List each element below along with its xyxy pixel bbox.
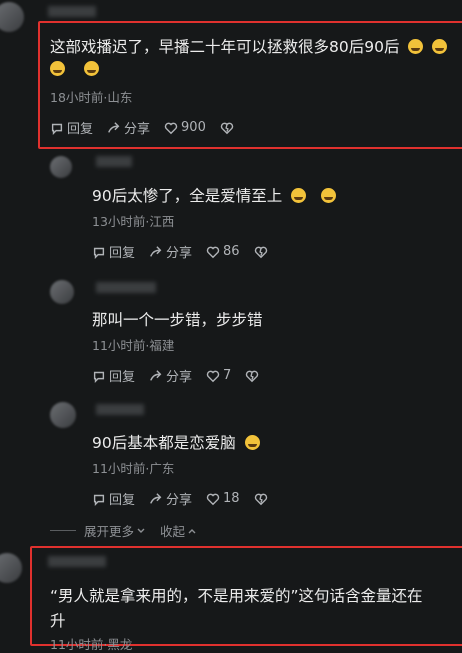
chevron-down-icon — [137, 528, 145, 533]
reply-button[interactable]: 回复 — [92, 489, 135, 508]
chevron-up-icon — [188, 528, 196, 533]
heart-icon — [206, 246, 220, 258]
like-count: 86 — [223, 244, 240, 259]
username-blurred — [96, 282, 156, 293]
reply-label: 回复 — [109, 370, 136, 385]
reply-label: 回复 — [109, 493, 136, 508]
avatar[interactable] — [50, 280, 74, 304]
like-count: 900 — [181, 120, 206, 135]
heart-icon — [206, 493, 220, 505]
broken-heart-icon — [220, 122, 234, 134]
like-button[interactable]: 900 — [164, 120, 206, 135]
comment-text-line: 90后太惨了，全是爱情至上 — [92, 187, 283, 205]
comment-text-line: 90后基本都是恋爱脑 — [92, 434, 236, 452]
like-count: 7 — [223, 368, 232, 383]
comment-text: “男人就是拿来用的，不是用来爱的”这句话含金量还在 — [50, 587, 423, 605]
crying-emoji-icon — [291, 188, 307, 203]
divider — [50, 530, 76, 531]
expand-more-label: 展开更多 — [84, 524, 135, 539]
share-icon — [150, 245, 162, 257]
like-button[interactable]: 18 — [206, 491, 240, 506]
share-label: 分享 — [166, 370, 193, 385]
crying-emoji-icon — [50, 61, 65, 76]
comment-text: 升 — [50, 612, 66, 630]
comment-meta: 13小时前·江西 — [92, 214, 175, 229]
share-button[interactable]: 分享 — [149, 489, 192, 508]
reply-label: 回复 — [67, 122, 94, 137]
grinning-sweat-emoji-icon — [408, 39, 424, 54]
username-blurred — [96, 404, 144, 415]
comment-actions: 回复 分享 7 — [92, 366, 276, 385]
broken-heart-icon — [254, 493, 267, 505]
comment-text-line: 这部戏播迟了，早播二十年可以拯救很多80后90后 — [50, 38, 400, 56]
reply-icon — [93, 247, 105, 259]
collapse-button[interactable]: 收起 — [160, 521, 197, 540]
share-button[interactable]: 分享 — [107, 118, 150, 137]
grinning-sweat-emoji-icon — [432, 39, 448, 54]
comment-text: 那叫一个一步错，步步错 — [92, 311, 263, 329]
comment-text: 这部戏播迟了，早播二十年可以拯救很多80后90后 — [50, 35, 448, 57]
collapse-label: 收起 — [160, 524, 186, 539]
comment-text: 90后基本都是恋爱脑 — [92, 431, 260, 453]
avatar[interactable] — [50, 402, 76, 428]
share-icon — [108, 121, 120, 133]
comment-actions: 回复 分享 86 — [92, 242, 285, 261]
reply-icon — [93, 371, 105, 383]
share-button[interactable]: 分享 — [149, 242, 192, 261]
share-button[interactable]: 分享 — [149, 366, 192, 385]
reply-button[interactable]: 回复 — [92, 242, 135, 261]
share-icon — [150, 492, 162, 504]
crying-emoji-icon — [83, 61, 99, 76]
comment-meta: 11小时前·广东 — [92, 461, 175, 476]
comment-meta: 11小时前·黑龙 — [50, 637, 133, 652]
share-label: 分享 — [166, 493, 193, 508]
comment-meta: 18小时前·山东 — [50, 90, 133, 105]
expand-more-button[interactable]: 展开更多 — [84, 521, 146, 540]
dislike-button[interactable] — [245, 369, 262, 383]
reply-button[interactable]: 回复 — [50, 118, 93, 137]
crying-emoji-icon — [321, 188, 337, 203]
reply-icon — [93, 494, 105, 506]
avatar[interactable] — [0, 553, 22, 583]
heart-icon — [206, 370, 220, 382]
reply-button[interactable]: 回复 — [92, 366, 135, 385]
comment-actions: 回复 分享 18 — [92, 489, 285, 508]
avatar[interactable] — [0, 2, 24, 32]
broken-heart-icon — [246, 370, 259, 382]
comment-text: 90后太惨了，全是爱情至上 — [92, 184, 337, 206]
share-label: 分享 — [166, 246, 193, 261]
broken-heart-icon — [254, 246, 267, 258]
avatar[interactable] — [50, 156, 72, 178]
username-blurred — [96, 156, 132, 167]
comment-meta: 11小时前·福建 — [92, 338, 175, 353]
dislike-button[interactable] — [254, 492, 271, 506]
reply-controls: 展开更多 收起 — [50, 521, 197, 540]
share-label: 分享 — [124, 122, 151, 137]
share-icon — [150, 369, 162, 381]
username-blurred — [48, 6, 96, 17]
like-count: 18 — [223, 491, 240, 506]
like-button[interactable]: 86 — [206, 244, 240, 259]
dislike-button[interactable] — [254, 245, 271, 259]
dislike-button[interactable] — [220, 121, 237, 135]
comment-emoji-line — [50, 60, 99, 78]
like-button[interactable]: 7 — [206, 368, 231, 383]
comment-actions: 回复 分享 900 — [50, 118, 251, 137]
reply-icon — [51, 123, 63, 135]
laughing-crying-emoji-icon — [244, 435, 260, 450]
heart-icon — [164, 122, 178, 134]
reply-label: 回复 — [109, 246, 136, 261]
